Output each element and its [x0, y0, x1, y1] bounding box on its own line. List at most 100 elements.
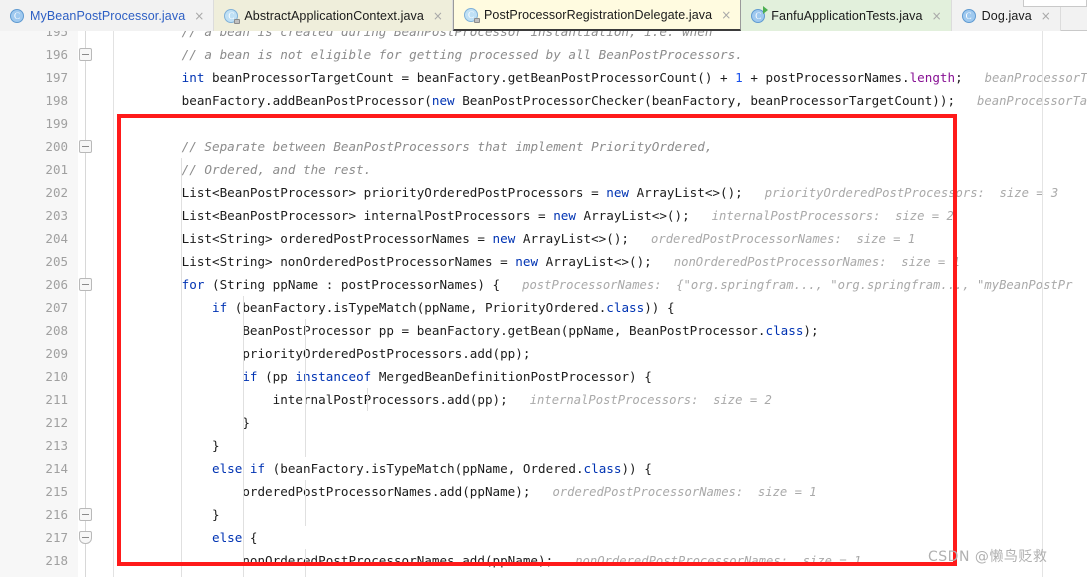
indent-guide	[181, 388, 182, 411]
code-token: );	[803, 323, 819, 338]
line-number: 196	[45, 47, 68, 62]
close-icon[interactable]: ×	[433, 10, 443, 22]
indent-guide	[181, 526, 182, 549]
code-line[interactable]: // Separate between BeanPostProcessors t…	[113, 135, 713, 158]
right-margin-guide	[1042, 31, 1043, 577]
code-fold-marker[interactable]	[79, 531, 92, 544]
code-token: + postProcessorNames.	[742, 70, 910, 85]
line-number: 218	[45, 553, 68, 568]
line-number: 203	[45, 208, 68, 223]
line-number: 211	[45, 392, 68, 407]
indent-guide	[305, 365, 306, 388]
code-token: orderedPostProcessorNames.add(ppName);	[121, 484, 531, 499]
line-number: 199	[45, 116, 68, 131]
code-line[interactable]: // a bean is not eligible for getting pr…	[113, 43, 743, 66]
code-fold-marker[interactable]	[79, 48, 92, 61]
indent-guide	[305, 549, 306, 572]
code-line[interactable]: BeanPostProcessor pp = beanFactory.getBe…	[113, 319, 819, 342]
code-line[interactable]: // Ordered, and the rest.	[113, 158, 372, 181]
code-token: 1	[735, 70, 743, 85]
editor-tab-0[interactable]: C MyBeanPostProcessor.java ×	[0, 0, 215, 31]
code-line[interactable]: else {	[113, 526, 258, 549]
close-icon[interactable]: ×	[194, 10, 204, 22]
code-line[interactable]: orderedPostProcessorNames.add(ppName); o…	[113, 480, 816, 503]
code-line[interactable]: // a bean is created during BeanPostProc…	[113, 31, 713, 43]
indent-guide	[243, 457, 244, 480]
close-icon[interactable]: ×	[1041, 10, 1051, 22]
code-comment: // Ordered, and the rest.	[181, 162, 372, 177]
code-token: ArrayList<>();	[515, 231, 630, 246]
code-line[interactable]: else if (beanFactory.isTypeMatch(ppName,…	[113, 457, 652, 480]
code-token: List<BeanPostProcessor> priorityOrderedP…	[121, 185, 607, 200]
code-token: BeanPostProcessor pp = beanFactory.getBe…	[121, 323, 766, 338]
inline-debug-value: postProcessorNames: {"org.springfram...,…	[500, 278, 1073, 292]
code-line[interactable]: for (String ppName : postProcessorNames)…	[113, 273, 1073, 296]
editor-tab-3[interactable]: C FanfuApplicationTests.java ×	[741, 0, 952, 31]
indent-guide	[305, 342, 306, 365]
code-token: instanceof	[295, 369, 372, 384]
code-line[interactable]: nonOrderedPostProcessorNames.add(ppName)…	[113, 549, 861, 572]
code-fold-marker[interactable]	[79, 140, 92, 153]
code-line[interactable]: List<String> nonOrderedPostProcessorName…	[113, 250, 960, 273]
csdn-watermark: CSDN @懒鸟贬救	[928, 549, 1048, 565]
fold-rail	[85, 31, 86, 577]
editor-tab-2[interactable]: C PostProcessorRegistrationDelegate.java ×	[452, 0, 742, 31]
code-token: nonOrderedPostProcessorNames.add(ppName)…	[121, 553, 554, 568]
code-token: ArrayList<>();	[575, 208, 690, 223]
indent-guide	[243, 365, 244, 388]
inline-debug-value: priorityOrderedPostProcessors: size = 3	[742, 186, 1059, 200]
indent-guide	[181, 158, 182, 181]
code-editor[interactable]: 195 196 197 198 199 200 201 202 203 204 205 206 207 2…	[0, 31, 1087, 577]
close-icon[interactable]: ×	[721, 9, 731, 21]
indent-guide	[181, 549, 182, 572]
code-token: ArrayList<>();	[538, 254, 652, 269]
editor-tab-1[interactable]: C AbstractApplicationContext.java ×	[214, 0, 453, 31]
indent-guide	[243, 388, 244, 411]
code-token: new	[492, 231, 516, 246]
line-number: 198	[45, 93, 68, 108]
line-number: 217	[45, 530, 68, 545]
toolbar-stub	[1023, 0, 1087, 7]
code-line[interactable]: beanFactory.addBeanPostProcessor(new Bea…	[113, 89, 1087, 112]
code-token: ArrayList<>();	[629, 185, 743, 200]
line-number: 204	[45, 231, 68, 246]
indent-guide	[243, 434, 244, 457]
code-line[interactable]: internalPostProcessors.add(pp); internal…	[113, 388, 772, 411]
line-number: 214	[45, 461, 68, 476]
indent-guide	[181, 227, 182, 250]
code-line[interactable]: List<String> orderedPostProcessorNames =…	[113, 227, 916, 250]
line-number: 219	[8, 572, 68, 577]
code-line[interactable]: List<BeanPostProcessor> internalPostProc…	[113, 204, 954, 227]
code-fold-marker[interactable]	[79, 278, 92, 291]
line-number: 209	[45, 346, 68, 361]
code-token: )) {	[644, 300, 675, 315]
line-number: 210	[45, 369, 68, 384]
code-fold-marker[interactable]	[79, 508, 92, 521]
editor-tab-label: Dog.java	[981, 8, 1032, 23]
indent-guide	[305, 319, 306, 342]
line-number: 208	[45, 323, 68, 338]
line-number-gutter[interactable]: 195 196 197 198 199 200 201 202 203 204 205 206 207 2…	[0, 31, 78, 577]
indent-guide	[181, 434, 182, 457]
code-token: {	[242, 530, 258, 545]
code-line[interactable]	[113, 112, 121, 135]
code-line[interactable]: if (beanFactory.isTypeMatch(ppName, Prio…	[113, 296, 675, 319]
line-number: 197	[45, 70, 68, 85]
close-icon[interactable]: ×	[932, 10, 942, 22]
code-line[interactable]: }	[113, 503, 220, 526]
code-comment: // a bean is not eligible for getting pr…	[181, 47, 743, 62]
code-line[interactable]: priorityOrderedPostProcessors.add(pp);	[113, 342, 530, 365]
code-line[interactable]: if (pp instanceof MergedBeanDefinitionPo…	[113, 365, 651, 388]
java-class-readonly-icon: C	[463, 7, 480, 23]
indent-guide	[181, 342, 182, 365]
code-line[interactable]: }	[113, 434, 220, 457]
code-token: for	[181, 277, 205, 292]
code-line[interactable]: }	[113, 572, 220, 577]
editor-tab-label: AbstractApplicationContext.java	[244, 8, 424, 23]
code-content[interactable]: // a bean is created during BeanPostProc…	[113, 31, 1087, 577]
code-line[interactable]: List<BeanPostProcessor> priorityOrderedP…	[113, 181, 1059, 204]
code-token: BeanPostProcessorChecker(beanFactory, be…	[454, 93, 956, 108]
code-line[interactable]: int beanProcessorTargetCount = beanFacto…	[113, 66, 1087, 89]
